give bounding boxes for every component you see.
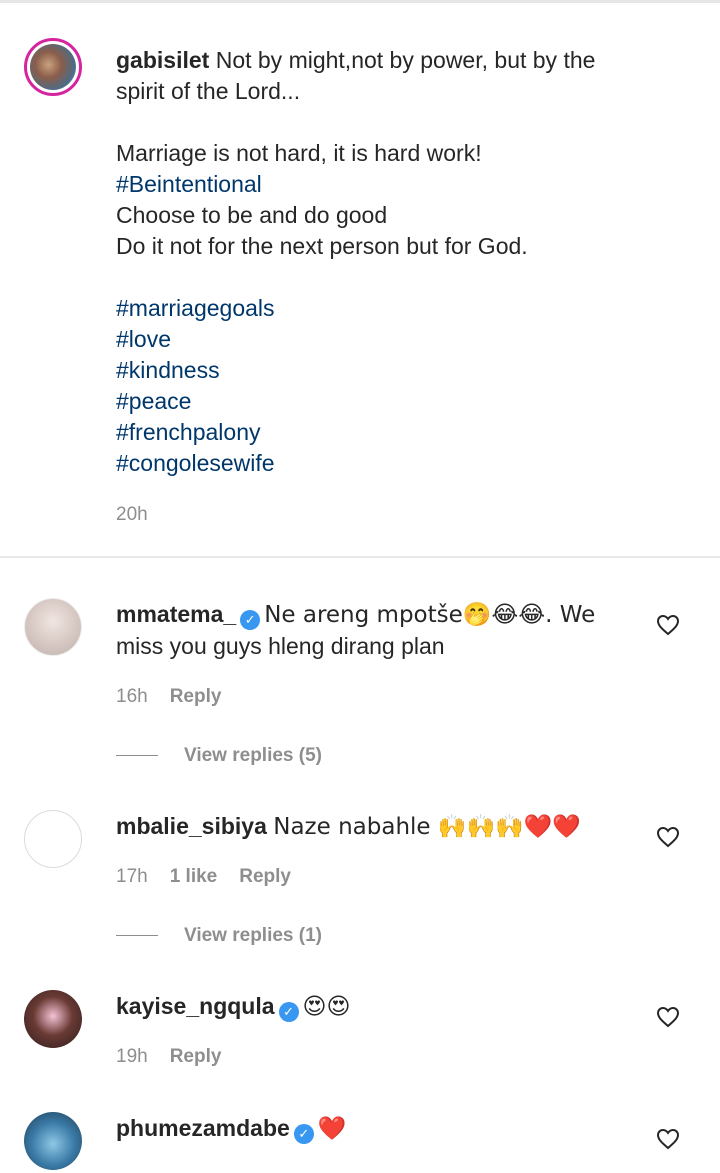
hashtag-link[interactable]: #frenchpalony: [116, 417, 696, 448]
commenter-avatar[interactable]: [24, 1112, 82, 1170]
comment-text: phumezamdabe ✓ ❤️: [116, 1115, 347, 1144]
hashtag-link[interactable]: #kindness: [116, 355, 696, 386]
comment-text: kayise_ngqula ✓ 😍😍: [116, 993, 351, 1022]
hashtag-link[interactable]: #love: [116, 324, 696, 355]
post-caption: gabisilet Not by might,not by power, but…: [0, 0, 720, 556]
comment-time: 16h: [116, 686, 148, 707]
hashtag-link[interactable]: #peace: [116, 386, 696, 417]
caption-text: gabisilet Not by might,not by power, but…: [116, 45, 696, 479]
view-replies-button[interactable]: View replies (5): [116, 745, 322, 767]
caption-timestamp: 20h: [116, 504, 148, 525]
comment-time: 19h: [116, 1046, 148, 1067]
replies-line: [116, 935, 158, 937]
caption-divider: [0, 556, 720, 558]
verified-badge-icon: ✓: [278, 1002, 299, 1022]
comment-username[interactable]: phumezamdabe: [116, 1115, 290, 1141]
likes-count[interactable]: 1 like: [170, 866, 218, 887]
comment-time: 17h: [116, 866, 148, 887]
verified-badge-icon: ✓: [293, 1124, 314, 1144]
hashtag-link[interactable]: #marriagegoals: [116, 293, 696, 324]
comment-username[interactable]: kayise_ngqula: [116, 993, 275, 1019]
heart-outline-icon[interactable]: [656, 1006, 680, 1028]
reply-button[interactable]: Reply: [239, 866, 291, 887]
commenter-avatar[interactable]: [24, 810, 82, 868]
comment-meta: 19h Reply: [116, 1046, 243, 1068]
view-replies-button[interactable]: View replies (1): [116, 925, 322, 947]
caption-avatar[interactable]: [24, 38, 82, 96]
verified-badge-icon: ✓: [240, 610, 261, 630]
comment-text: mmatema_ ✓ Ne areng mpotše🤭😂😂. We miss you…: [116, 601, 596, 659]
reply-button[interactable]: Reply: [170, 686, 222, 707]
heart-outline-icon[interactable]: [656, 826, 680, 848]
replies-line: [116, 755, 158, 757]
reply-button[interactable]: Reply: [170, 1046, 222, 1067]
commenter-avatar[interactable]: [24, 990, 82, 1048]
caption-username[interactable]: gabisilet: [116, 47, 209, 73]
comment-username[interactable]: mmatema_: [116, 601, 236, 627]
comment-username[interactable]: mbalie_sibiya: [116, 813, 267, 839]
hashtag-link[interactable]: #Beintentional: [116, 169, 696, 200]
comment-text: mbalie_sibiya Naze nabahle 🙌🙌🙌❤️❤️: [116, 813, 582, 840]
commenter-avatar[interactable]: [24, 598, 82, 656]
comment-meta: 16h Reply: [116, 686, 243, 708]
heart-outline-icon[interactable]: [656, 1128, 680, 1150]
hashtag-link[interactable]: #congolesewife: [116, 448, 696, 479]
comment-meta: 17h 1 like Reply: [116, 866, 313, 888]
heart-outline-icon[interactable]: [656, 614, 680, 636]
